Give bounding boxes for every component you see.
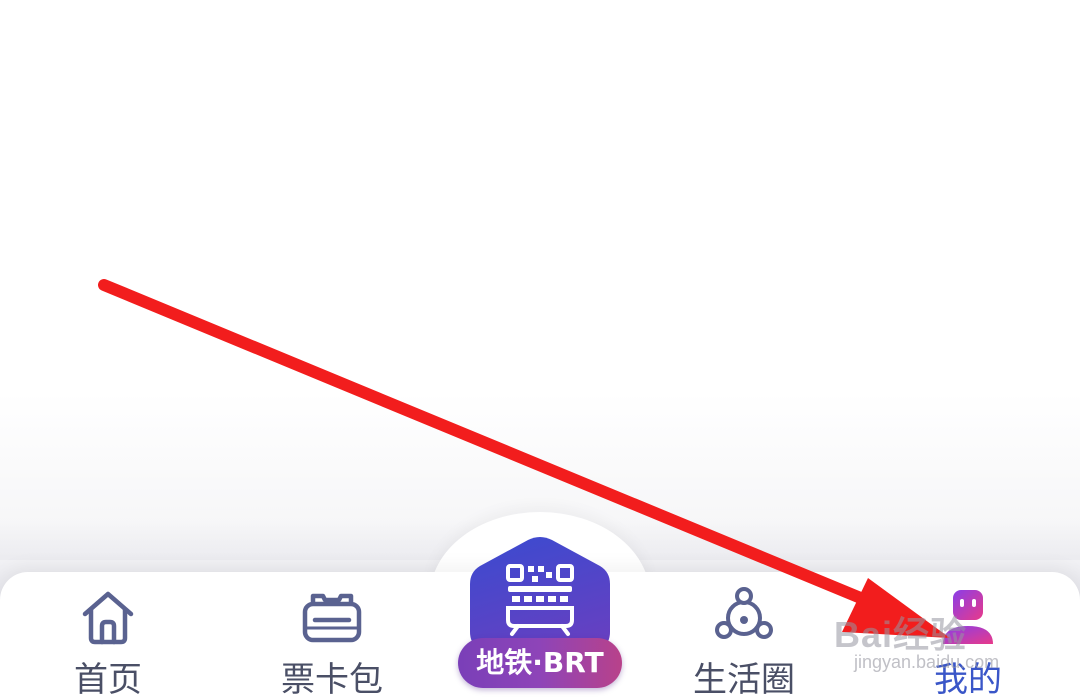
tab-mine[interactable]: 我的: [888, 584, 1048, 700]
main-content-area: [0, 0, 1080, 560]
tab-mine-label: 我的: [934, 660, 1002, 700]
life-circle-icon: [715, 587, 773, 639]
metro-brt-label[interactable]: 地铁·BRT: [458, 638, 622, 688]
tab-home-label: 首页: [74, 660, 142, 700]
home-icon: [82, 591, 134, 645]
ticket-wallet-icon: [302, 593, 362, 643]
tab-home[interactable]: 首页: [28, 584, 188, 700]
tab-tickets-label: 票卡包: [281, 660, 383, 700]
profile-icon: [943, 590, 993, 644]
tab-tickets[interactable]: 票卡包: [252, 584, 412, 700]
tab-life-circle[interactable]: 生活圈: [664, 584, 824, 700]
tab-life-label: 生活圈: [693, 660, 795, 700]
app-screen: 首页 票卡包 地铁·BRT 生活圈 我的 Bai经验 jingyan.baidu…: [0, 0, 1080, 700]
